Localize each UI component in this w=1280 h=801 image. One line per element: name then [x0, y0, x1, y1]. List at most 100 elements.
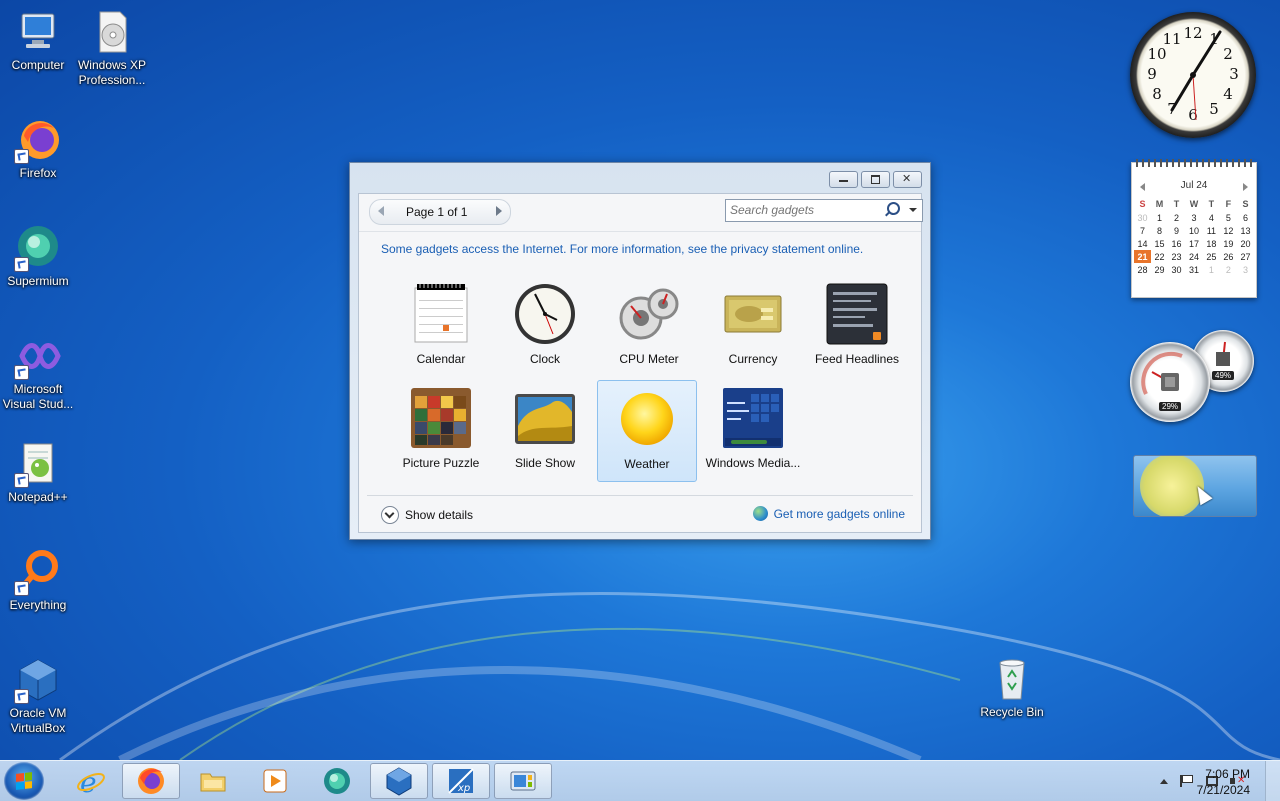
gadget-feed-headlines[interactable]: Feed Headlines [807, 278, 907, 380]
gadget-currency[interactable]: Currency [703, 278, 803, 380]
next-page-button[interactable] [496, 206, 502, 216]
calendar-day[interactable]: 6 [1237, 211, 1254, 224]
calendar-grid: S M T W T F S 30 1 2 3 4 5 6 7 8 9 10 11… [1134, 197, 1254, 276]
calendar-day[interactable]: 8 [1151, 224, 1168, 237]
firefox-icon [14, 116, 62, 164]
search-options-dropdown-icon[interactable] [909, 208, 917, 212]
search-icon[interactable] [887, 202, 900, 215]
clock-date: 7/21/2024 [1196, 783, 1250, 797]
desktop-icon-label: Notepad++ [8, 490, 68, 504]
desktop-icon-recycle-bin[interactable]: Recycle Bin [974, 655, 1050, 720]
gadget-weather[interactable]: Weather [597, 380, 697, 482]
calendar-day[interactable]: 7 [1134, 224, 1151, 237]
calendar-day[interactable]: 10 [1185, 224, 1203, 237]
taskbar-windows-xp-vm[interactable]: xp [432, 763, 490, 799]
taskbar-file-explorer[interactable] [184, 763, 242, 799]
show-details-label: Show details [405, 508, 474, 522]
weather-gadget-drag-preview[interactable] [1133, 455, 1257, 517]
taskbar-media-player[interactable] [246, 763, 304, 799]
get-more-gadgets-link[interactable]: Get more gadgets online [752, 506, 905, 521]
calendar-day[interactable]: 14 [1134, 237, 1151, 250]
desktop-icon-visual-studio[interactable]: Microsoft Visual Stud... [0, 332, 76, 412]
gadget-picture-puzzle[interactable]: Picture Puzzle [391, 382, 491, 484]
calendar-day[interactable]: 9 [1168, 224, 1185, 237]
desktop-icon-notepadpp[interactable]: Notepad++ [0, 440, 76, 505]
desktop-icon-firefox[interactable]: Firefox [0, 116, 76, 181]
calendar-day[interactable]: 28 [1134, 263, 1151, 276]
minimize-button[interactable] [829, 171, 858, 188]
gadget-calendar[interactable]: Calendar [391, 278, 491, 380]
taskbar-internet-explorer[interactable]: e [62, 763, 120, 799]
gadget-cpu-meter[interactable]: CPU Meter [599, 278, 699, 380]
desktop-icon-label: Supermium [7, 274, 69, 288]
calendar-day[interactable]: 13 [1237, 224, 1254, 237]
desktop-icon-computer[interactable]: Computer [0, 8, 76, 73]
calendar-day[interactable]: 3 [1185, 211, 1203, 224]
privacy-notice-link[interactable]: Some gadgets access the Internet. For mo… [381, 242, 863, 256]
calendar-day[interactable]: 20 [1237, 237, 1254, 250]
weekday-header: T [1173, 199, 1180, 209]
calendar-day[interactable]: 23 [1168, 250, 1185, 263]
gadget-clock[interactable]: Clock [495, 278, 595, 380]
taskbar-firefox[interactable] [122, 763, 180, 799]
cpu-percent: 29% [1158, 402, 1182, 411]
calendar-day[interactable]: 2 [1168, 211, 1185, 224]
calendar-gadget[interactable]: Jul 24 S M T W T F S 30 1 2 3 4 5 6 7 8 … [1131, 159, 1257, 298]
calendar-day[interactable]: 26 [1220, 250, 1237, 263]
calendar-day[interactable]: 24 [1185, 250, 1203, 263]
clock-gadget[interactable]: 12 3 6 9 1 2 4 5 7 8 10 11 [1130, 12, 1256, 138]
calendar-day[interactable]: 16 [1168, 237, 1185, 250]
calendar-day[interactable]: 11 [1203, 224, 1220, 237]
calendar-day[interactable]: 25 [1203, 250, 1220, 263]
calendar-day[interactable]: 31 [1185, 263, 1203, 276]
gadget-label: Clock [529, 352, 560, 366]
calendar-day[interactable]: 22 [1151, 250, 1168, 263]
clock-time: 7:06 PM [1205, 767, 1250, 781]
show-desktop-button[interactable] [1265, 761, 1280, 801]
show-hidden-icons-button[interactable] [1160, 778, 1168, 784]
gadget-label: Weather [624, 457, 670, 471]
calendar-day[interactable]: 29 [1151, 263, 1168, 276]
taskbar-gadget-gallery[interactable] [494, 763, 552, 799]
calendar-day[interactable]: 5 [1220, 211, 1237, 224]
windows-media-center-gadget-icon [721, 386, 785, 450]
previous-page-button[interactable] [378, 206, 384, 216]
calendar-day[interactable]: 4 [1203, 211, 1220, 224]
calendar-day[interactable]: 30 [1168, 263, 1185, 276]
computer-icon [14, 8, 62, 56]
calendar-binding [1136, 159, 1252, 167]
page-navigator: Page 1 of 1 [369, 199, 511, 225]
close-button[interactable]: ✕ [893, 171, 922, 188]
desktop-icon-everything[interactable]: Everything [0, 548, 76, 613]
taskbar-virtualbox[interactable] [370, 763, 428, 799]
calendar-day[interactable]: 19 [1220, 237, 1237, 250]
calendar-day[interactable]: 12 [1220, 224, 1237, 237]
calendar-day[interactable]: 15 [1151, 237, 1168, 250]
calendar-day[interactable]: 3 [1237, 263, 1254, 276]
cpu-meter-gadget[interactable]: 49% 29% [1130, 328, 1256, 424]
desktop-icon-windows-xp[interactable]: Windows XP Profession... [74, 8, 150, 88]
calendar-day-today[interactable]: 21 [1134, 250, 1152, 263]
shortcut-arrow-icon [14, 581, 29, 596]
divider [367, 495, 913, 496]
calendar-day[interactable]: 1 [1151, 211, 1168, 224]
calendar-day[interactable]: 17 [1185, 237, 1203, 250]
start-button[interactable] [4, 762, 44, 800]
search-input[interactable] [726, 200, 884, 219]
desktop-icon-virtualbox[interactable]: Oracle VM VirtualBox [0, 656, 76, 736]
gadget-windows-media-center[interactable]: Windows Media... [703, 382, 803, 484]
calendar-day[interactable]: 1 [1203, 263, 1220, 276]
calendar-next-month-button[interactable] [1243, 183, 1248, 191]
taskbar-clock[interactable]: 7:06 PM 7/21/2024 [1197, 766, 1250, 798]
desktop-icon-supermium[interactable]: Supermium [0, 224, 76, 289]
restore-button[interactable] [861, 171, 890, 188]
gadget-slide-show[interactable]: Slide Show [495, 382, 595, 484]
action-center-flag-icon[interactable] [1180, 775, 1194, 787]
show-details-toggle[interactable]: Show details [381, 506, 473, 524]
calendar-day[interactable]: 18 [1203, 237, 1220, 250]
taskbar-supermium[interactable] [308, 763, 366, 799]
slide-show-gadget-icon [513, 386, 577, 450]
calendar-day[interactable]: 2 [1220, 263, 1237, 276]
calendar-day[interactable]: 27 [1237, 250, 1254, 263]
calendar-day[interactable]: 30 [1134, 211, 1151, 224]
